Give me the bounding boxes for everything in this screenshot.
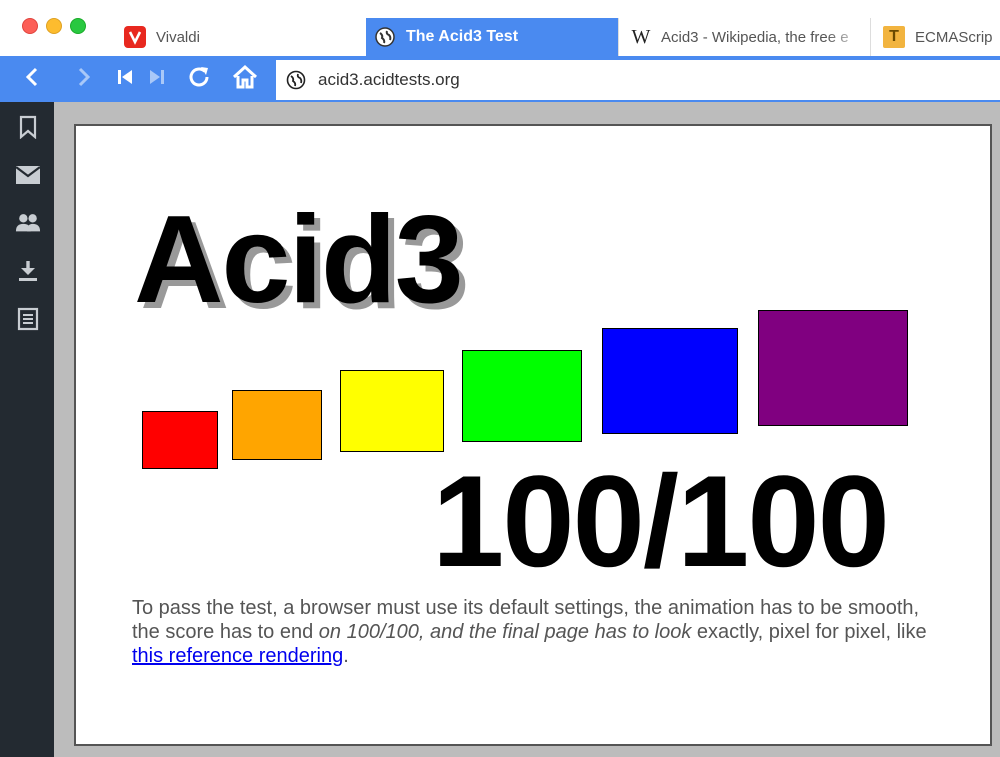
tab-title: Vivaldi [156, 28, 200, 46]
blue-box [602, 328, 738, 434]
red-box [142, 411, 218, 469]
panel-sidebar [0, 102, 54, 757]
site-info-icon[interactable] [286, 70, 306, 90]
reload-icon [186, 64, 212, 95]
score-text: 100/100 [432, 448, 890, 594]
tab-wikipedia[interactable]: W Acid3 - Wikipedia, the free e [618, 18, 866, 56]
acid3-page: Acid3 100/100 To pass the test, a browse… [74, 124, 992, 746]
tab-title: ECMAScrip [915, 28, 993, 46]
contacts-icon[interactable] [15, 210, 41, 236]
green-box [462, 350, 582, 442]
downloads-icon[interactable] [15, 258, 41, 284]
description-end: . [343, 645, 349, 667]
globe-icon [374, 26, 396, 48]
notes-icon[interactable] [15, 306, 41, 332]
back-button[interactable] [16, 62, 50, 96]
tab-vivaldi[interactable]: Vivaldi [118, 18, 366, 56]
tab-acid3-test[interactable]: The Acid3 Test [366, 18, 618, 56]
url-text[interactable]: acid3.acidtests.org [318, 70, 460, 90]
forward-button[interactable] [66, 62, 100, 96]
tab-ecmascript[interactable]: T ECMAScrip [870, 18, 1000, 56]
bookmarks-icon[interactable] [15, 114, 41, 140]
fast-forward-icon [147, 67, 167, 92]
minimize-window-button[interactable] [46, 18, 62, 34]
tab-strip: Vivaldi The Acid3 Test W Acid3 - Wikiped… [0, 0, 1000, 56]
ecmascript-icon: T [883, 26, 905, 48]
purple-box [758, 310, 908, 426]
yellow-box [340, 370, 444, 452]
navigation-bar: acid3.acidtests.org [0, 56, 1000, 102]
rewind-icon [115, 67, 135, 92]
reference-rendering-link[interactable]: this reference rendering [132, 645, 343, 667]
close-window-button[interactable] [22, 18, 38, 34]
home-button[interactable] [228, 62, 262, 96]
forward-icon [72, 66, 94, 93]
rewind-button[interactable] [108, 62, 142, 96]
address-bar[interactable]: acid3.acidtests.org [276, 60, 1000, 100]
maximize-window-button[interactable] [70, 18, 86, 34]
mail-icon[interactable] [15, 162, 41, 188]
orange-box [232, 390, 322, 460]
fast-forward-button[interactable] [140, 62, 174, 96]
description-part2: on 100/100, and the final page has to lo… [318, 621, 692, 643]
tab-title: The Acid3 Test [406, 28, 519, 45]
page-title: Acid3 [134, 191, 464, 329]
vivaldi-icon [124, 26, 146, 48]
tab-title: Acid3 - Wikipedia, the free e [661, 28, 849, 46]
description-text: To pass the test, a browser must use its… [132, 596, 932, 668]
web-content-area: Acid3 100/100 To pass the test, a browse… [54, 102, 1000, 757]
description-part3: exactly, pixel for pixel, like [691, 621, 927, 643]
back-icon [22, 66, 44, 93]
reload-button[interactable] [182, 62, 216, 96]
home-icon [231, 64, 259, 95]
wikipedia-icon: W [631, 25, 651, 48]
